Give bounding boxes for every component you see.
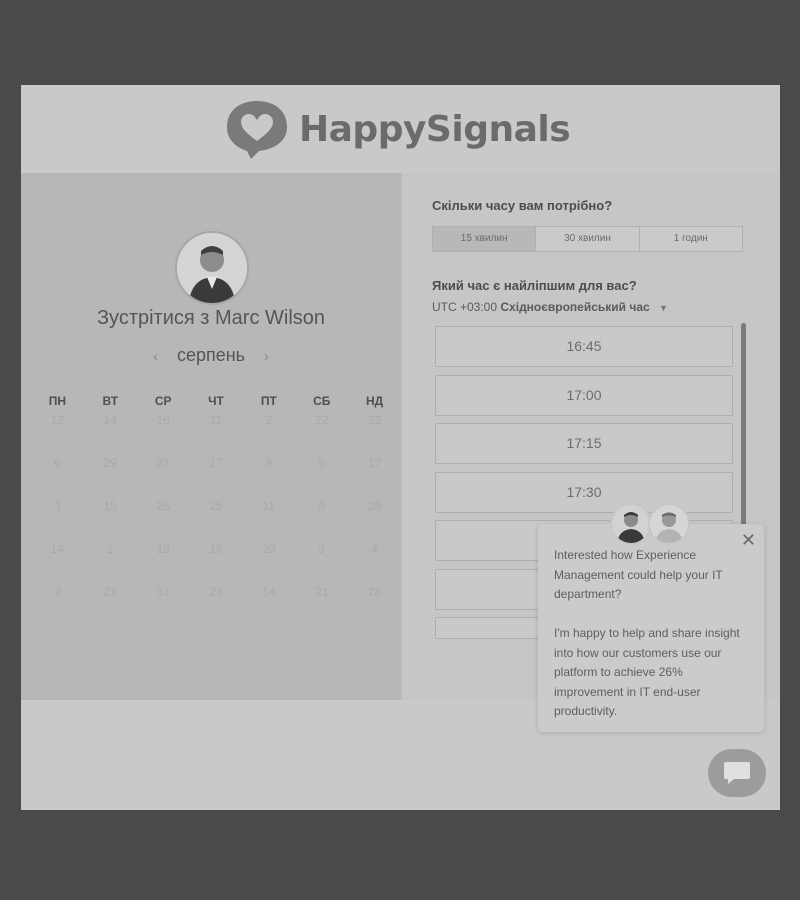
calendar-day: 3	[318, 542, 326, 556]
calendar-day: 22	[315, 413, 329, 427]
calendar-day: 15	[103, 499, 117, 513]
chat-popup: ✕ Interested how Experience Management c…	[538, 524, 764, 732]
chat-launcher-button[interactable]	[708, 749, 766, 797]
meet-title: Зустрітися з Marc Wilson	[96, 307, 326, 329]
chat-popup-message: Interested how Experience Management cou…	[554, 546, 754, 741]
timezone-name: Східноєвропейський час	[500, 300, 650, 314]
chat-bubble-icon	[724, 762, 750, 784]
duration-option-30[interactable]: 30 хвилин	[536, 227, 640, 251]
calendar-day: 29	[103, 456, 117, 470]
month-label: серпень	[176, 345, 246, 365]
duration-selector: 15 хвилин 30 хвилин 1 годин	[432, 226, 743, 252]
weekday-label: СБ	[313, 394, 331, 408]
agent-avatar	[610, 503, 652, 545]
person-icon	[650, 505, 688, 543]
calendar-grid: 12 14 16 11 2 22 22 6 29 27 17 9 5 17 3 …	[31, 413, 401, 628]
timezone-offset: UTC +03:00	[432, 300, 498, 314]
month-navigation: ‹ серпень ›	[21, 345, 401, 366]
calendar-day: 1	[106, 542, 114, 556]
chat-popup-paragraph: Interested how Experience Management cou…	[554, 548, 723, 601]
calendar-day: 28	[367, 499, 382, 513]
calendar-week: 12 14 16 11 2 22 22	[31, 413, 401, 456]
agent-avatar	[648, 503, 690, 545]
calendar-day: 14	[50, 542, 65, 556]
weekday-label: ЧТ	[208, 394, 224, 408]
calendar-day: 28	[367, 585, 382, 599]
calendar-day: 16	[209, 542, 223, 556]
calendar-day: 26	[156, 499, 170, 513]
calendar-day: 21	[315, 585, 329, 599]
chevron-right-icon[interactable]: ›	[264, 348, 269, 364]
person-icon	[177, 233, 247, 303]
calendar-week: 2 21 31 24 14 21 28	[31, 585, 401, 628]
weekday-label: ПН	[48, 394, 67, 408]
calendar-day: 14	[103, 413, 117, 427]
weekday-label: ВТ	[102, 394, 119, 408]
time-slot[interactable]: 17:15	[435, 423, 733, 464]
duration-option-15[interactable]: 15 хвилин	[433, 227, 537, 251]
brand-name: HappySignals	[299, 108, 571, 150]
chevron-left-icon[interactable]: ‹	[153, 348, 158, 364]
calendar-day: 16	[156, 413, 170, 427]
calendar-day: 31	[156, 585, 170, 599]
chat-agent-avatars	[610, 503, 690, 545]
calendar-day: 13	[156, 542, 170, 556]
calendar-day: 5	[318, 456, 326, 470]
calendar-day: 14	[262, 585, 276, 599]
brand-logo: HappySignals	[221, 97, 571, 161]
calendar-day: 12	[50, 413, 65, 427]
timezone-selector[interactable]: UTC +03:00 Східноєвропейський час ▼	[432, 300, 668, 314]
chat-popup-paragraph: I'm happy to help and share insight into…	[554, 626, 740, 718]
calendar-day: 22	[367, 413, 382, 427]
weekday-header: ПН ВТ СР ЧТ ПТ СБ НД	[31, 394, 401, 408]
calendar-day: 11	[262, 499, 276, 513]
weekday-label: ПТ	[260, 394, 277, 408]
calendar-day: 17	[209, 456, 223, 470]
time-slot[interactable]: 17:00	[435, 374, 733, 416]
calendar-day: 17	[367, 456, 382, 470]
caret-down-icon: ▼	[659, 303, 668, 313]
calendar-day: 8	[318, 499, 326, 513]
calendar-panel: Зустрітися з Marc Wilson ‹ серпень › ПН …	[21, 173, 401, 700]
calendar-day: 11	[209, 413, 223, 427]
calendar-day: 2	[54, 585, 61, 599]
calendar-week: 14 1 13 16 23 3 4	[31, 542, 401, 585]
duration-question: Скільки часу вам потрібно?	[432, 198, 613, 213]
calendar-day: 6	[54, 456, 61, 470]
calendar-day: 9	[265, 456, 273, 470]
time-question: Який час є найліпшим для вас?	[432, 278, 637, 293]
host-avatar	[175, 231, 249, 305]
calendar-day: 25	[209, 499, 223, 513]
calendar-week: 3 15 26 25 11 8 28	[31, 499, 401, 542]
heart-bubble-logo-icon	[227, 101, 287, 159]
weekday-label: СР	[154, 394, 172, 408]
duration-option-60[interactable]: 1 годин	[640, 227, 742, 251]
calendar-day: 21	[103, 585, 117, 599]
calendar-day: 23	[262, 542, 276, 556]
calendar-day: 24	[209, 585, 223, 599]
calendar-week: 6 29 27 17 9 5 17	[31, 456, 401, 499]
calendar-day: 3	[54, 499, 61, 513]
header: HappySignals	[21, 85, 780, 173]
calendar-day: 2	[265, 413, 273, 427]
person-icon	[612, 505, 650, 543]
time-slot[interactable]: 16:45	[435, 326, 733, 367]
weekday-label: НД	[365, 394, 384, 408]
calendar-day: 27	[156, 456, 170, 470]
calendar-day: 4	[371, 542, 378, 556]
